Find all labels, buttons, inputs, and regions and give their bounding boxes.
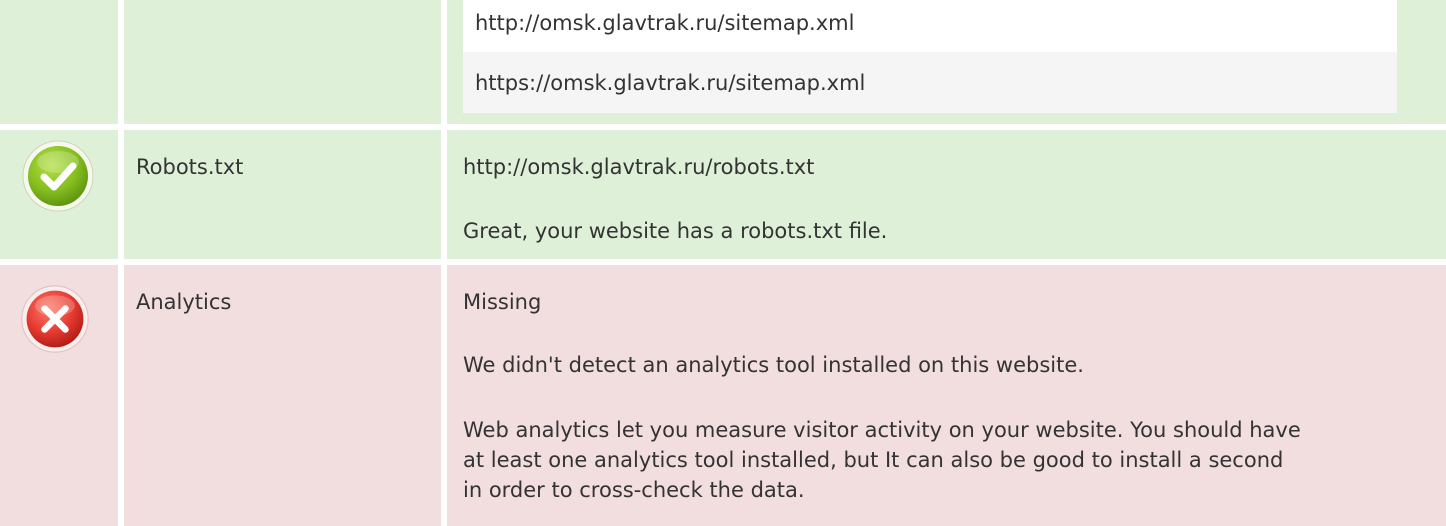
robots-value-cell: http://omsk.glavtrak.ru/robots.txt Great…: [447, 130, 1446, 259]
robots-url[interactable]: http://omsk.glavtrak.ru/robots.txt: [463, 152, 814, 182]
seo-report-table: http://omsk.glavtrak.ru/sitemap.xml http…: [0, 0, 1446, 526]
analytics-message: We didn't detect an analytics tool insta…: [463, 353, 1084, 377]
sitemap-label-cell: [124, 0, 441, 124]
analytics-value-cell: Missing We didn't detect an analytics to…: [447, 265, 1446, 526]
analytics-status-text: Missing: [463, 290, 542, 314]
sitemap-url[interactable]: http://omsk.glavtrak.ru/sitemap.xml: [475, 8, 854, 38]
analytics-label-cell: Analytics: [124, 265, 441, 526]
robots-label-cell: Robots.txt: [124, 130, 441, 259]
check-circle-icon: [22, 140, 94, 212]
robots-status-cell: [0, 130, 118, 259]
sitemap-url[interactable]: https://omsk.glavtrak.ru/sitemap.xml: [475, 68, 865, 98]
robots-message: Great, your website has a robots.txt fil…: [463, 219, 888, 243]
sitemap-url-item: https://omsk.glavtrak.ru/sitemap.xml: [463, 52, 1397, 113]
robots-row: Robots.txt http://omsk.glavtrak.ru/robot…: [0, 130, 1446, 259]
analytics-status-cell: [0, 265, 118, 526]
sitemap-status-cell: [0, 0, 118, 124]
analytics-advice: Web analytics let you measure visitor ac…: [463, 418, 1301, 502]
sitemap-row: http://omsk.glavtrak.ru/sitemap.xml http…: [0, 0, 1446, 124]
sitemap-url-item: http://omsk.glavtrak.ru/sitemap.xml: [463, 0, 1397, 52]
analytics-row: Analytics Missing We didn't detect an an…: [0, 265, 1446, 526]
robots-label: Robots.txt: [136, 155, 244, 179]
analytics-label: Analytics: [136, 290, 232, 314]
x-circle-icon: [21, 285, 89, 353]
